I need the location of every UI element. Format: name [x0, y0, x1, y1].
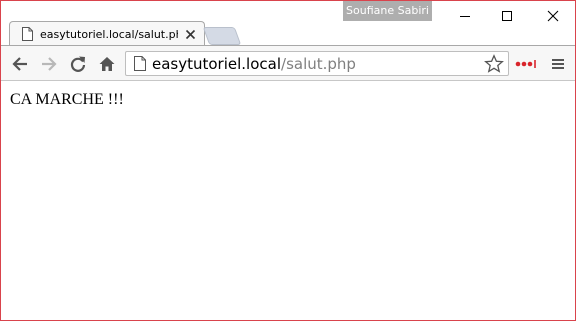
page-body-text: CA MARCHE !!!: [10, 91, 124, 108]
minimize-icon: [460, 16, 470, 17]
back-arrow-icon: [12, 57, 27, 71]
minimize-button[interactable]: [445, 3, 485, 29]
page-icon: [22, 27, 33, 41]
browser-window: Soufiane Sabiri easytutoriel.local/salut…: [0, 0, 576, 321]
extension-button[interactable]: [515, 53, 537, 75]
back-button[interactable]: [9, 53, 31, 75]
home-button[interactable]: [96, 53, 118, 75]
home-icon: [99, 57, 115, 71]
reload-icon: [70, 56, 86, 72]
url-host: easytutoriel.local: [152, 55, 282, 73]
page-content: CA MARCHE !!!: [1, 81, 575, 320]
forward-button[interactable]: [38, 53, 60, 75]
address-bar[interactable]: easytutoriel.local/salut.php: [125, 51, 509, 76]
reload-button[interactable]: [67, 53, 89, 75]
bookmark-star-icon[interactable]: [484, 54, 504, 74]
profile-button[interactable]: Soufiane Sabiri: [343, 1, 432, 21]
window-close-button[interactable]: [533, 3, 573, 29]
maximize-button[interactable]: [487, 3, 527, 29]
url-path: /salut.php: [281, 55, 356, 73]
page-icon: [134, 56, 146, 71]
tab-close-icon[interactable]: [185, 29, 196, 40]
extension-icon: [515, 60, 536, 68]
toolbar: easytutoriel.local/salut.php: [1, 45, 575, 81]
forward-arrow-icon: [42, 57, 57, 71]
url-text[interactable]: easytutoriel.local/salut.php: [152, 54, 356, 74]
close-icon: [547, 10, 559, 22]
new-tab-button[interactable]: [202, 27, 242, 45]
menu-button[interactable]: [547, 53, 569, 75]
title-bar: Soufiane Sabiri easytutoriel.local/salut…: [1, 1, 575, 47]
browser-tab[interactable]: easytutoriel.local/salut.php: [9, 21, 205, 47]
tab-title: easytutoriel.local/salut.php: [40, 28, 178, 41]
hamburger-menu-icon: [552, 59, 564, 69]
maximize-icon: [502, 11, 512, 21]
